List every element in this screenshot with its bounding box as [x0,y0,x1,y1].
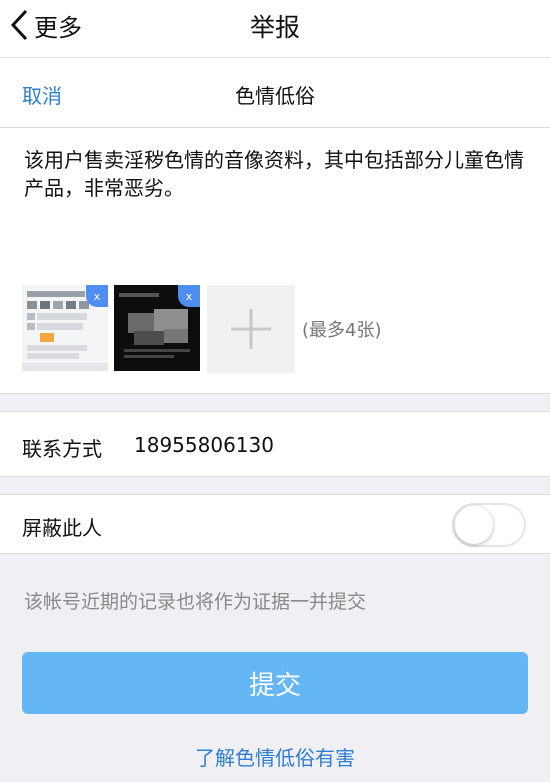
report-description-input[interactable]: 该用户售卖淫秽色情的音像资料，其中包括部分儿童色情产品，非常恶劣。 [24,146,529,202]
contact-field[interactable]: 18955806130 [134,433,274,457]
evidence-note: 该帐号近期的记录也将作为证据一并提交 [24,591,367,613]
image-limit-hint: (最多4张) [302,320,382,341]
block-user-toggle[interactable] [452,503,526,547]
contact-row: 联系方式 18955806130 [0,411,550,477]
report-header: 取消 色情低俗 [0,58,550,128]
toggle-knob [455,506,493,544]
attachment-thumbnail-1[interactable]: x [22,285,108,371]
page-title: 举报 [249,13,300,42]
plus-icon [231,309,271,349]
submit-button[interactable]: 提交 [22,652,528,714]
remove-attachment-button[interactable]: x [86,285,108,307]
block-user-row: 屏蔽此人 [0,494,550,554]
report-editor: 该用户售卖淫秽色情的音像资料，其中包括部分儿童色情产品，非常恶劣。 x x (最… [0,128,550,394]
block-user-label: 屏蔽此人 [22,516,102,540]
report-category: 色情低俗 [235,84,315,108]
remove-attachment-button[interactable]: x [178,285,200,307]
navigation-bar: 更多 举报 [0,0,550,58]
learn-more-link[interactable]: 了解色情低俗有害 [0,742,550,771]
contact-label: 联系方式 [22,437,102,461]
add-image-button[interactable] [207,285,295,373]
attachment-thumbnail-2[interactable]: x [114,285,200,371]
